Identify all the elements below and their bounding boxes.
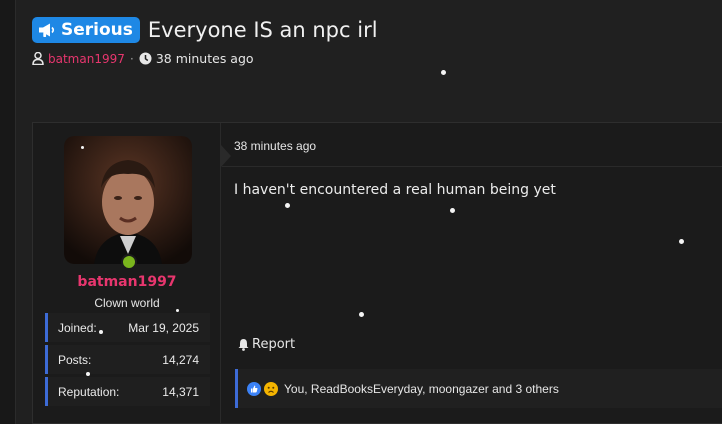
- snowflake-dot: [441, 70, 446, 75]
- post-body: I haven't encountered a real human being…: [234, 182, 556, 198]
- post-time-link[interactable]: 38 minutes ago: [234, 139, 316, 153]
- online-indicator: [121, 254, 137, 270]
- left-rail: [0, 0, 16, 424]
- thread-time-link[interactable]: 38 minutes ago: [156, 51, 254, 66]
- stat-label: Joined:: [58, 320, 97, 335]
- like-icon: [247, 381, 261, 396]
- stat-value: 14,274: [162, 352, 199, 367]
- snowflake-dot: [679, 239, 684, 244]
- thread-meta: batman1997 · 38 minutes ago: [32, 51, 722, 66]
- snowflake-dot: [176, 309, 179, 312]
- stat-label: Reputation:: [58, 384, 120, 399]
- clock-icon: [139, 52, 152, 65]
- post-divider: [222, 166, 722, 167]
- title-row: Serious Everyone IS an npc irl: [32, 15, 722, 45]
- stat-posts: Posts: 14,274: [45, 345, 210, 374]
- avatar-image: [64, 136, 192, 264]
- user-title: Clown world: [94, 296, 160, 310]
- report-label: Report: [252, 337, 296, 352]
- thread-author-link[interactable]: batman1997: [48, 52, 125, 66]
- post-user-panel: batman1997 Clown world Joined: Mar 19, 2…: [33, 123, 221, 423]
- snowflake-dot: [86, 372, 90, 376]
- thread-title: Everyone IS an npc irl: [147, 18, 378, 42]
- megaphone-icon: [39, 23, 55, 37]
- stat-value: Mar 19, 2025: [128, 320, 199, 335]
- prefix-badge[interactable]: Serious: [32, 17, 140, 43]
- snowflake-dot: [285, 203, 290, 208]
- prefix-label: Serious: [61, 20, 133, 40]
- meta-separator: ·: [129, 51, 134, 66]
- sad-icon: [264, 381, 278, 396]
- reactions-text: You, ReadBooksEveryday, moongazer and 3 …: [284, 381, 559, 396]
- snowflake-dot: [450, 208, 455, 213]
- snowflake-dot: [81, 146, 84, 149]
- stat-value: 14,371: [162, 384, 199, 399]
- bell-icon: [238, 339, 249, 351]
- user-icon: [32, 52, 44, 65]
- snowflake-dot: [99, 330, 103, 334]
- post-username[interactable]: batman1997: [33, 274, 221, 290]
- stat-label: Posts:: [58, 352, 92, 367]
- snowflake-dot: [359, 312, 364, 317]
- stat-reputation: Reputation: 14,371: [45, 377, 210, 406]
- reactions-bar[interactable]: You, ReadBooksEveryday, moongazer and 3 …: [235, 369, 722, 408]
- post: batman1997 Clown world Joined: Mar 19, 2…: [32, 122, 722, 424]
- stat-joined: Joined: Mar 19, 2025: [45, 313, 210, 342]
- avatar[interactable]: [64, 136, 192, 270]
- post-main: 38 minutes ago I haven't encountered a r…: [222, 123, 722, 423]
- report-button[interactable]: Report: [237, 337, 295, 352]
- thread-header: Serious Everyone IS an npc irl batman199…: [32, 15, 722, 66]
